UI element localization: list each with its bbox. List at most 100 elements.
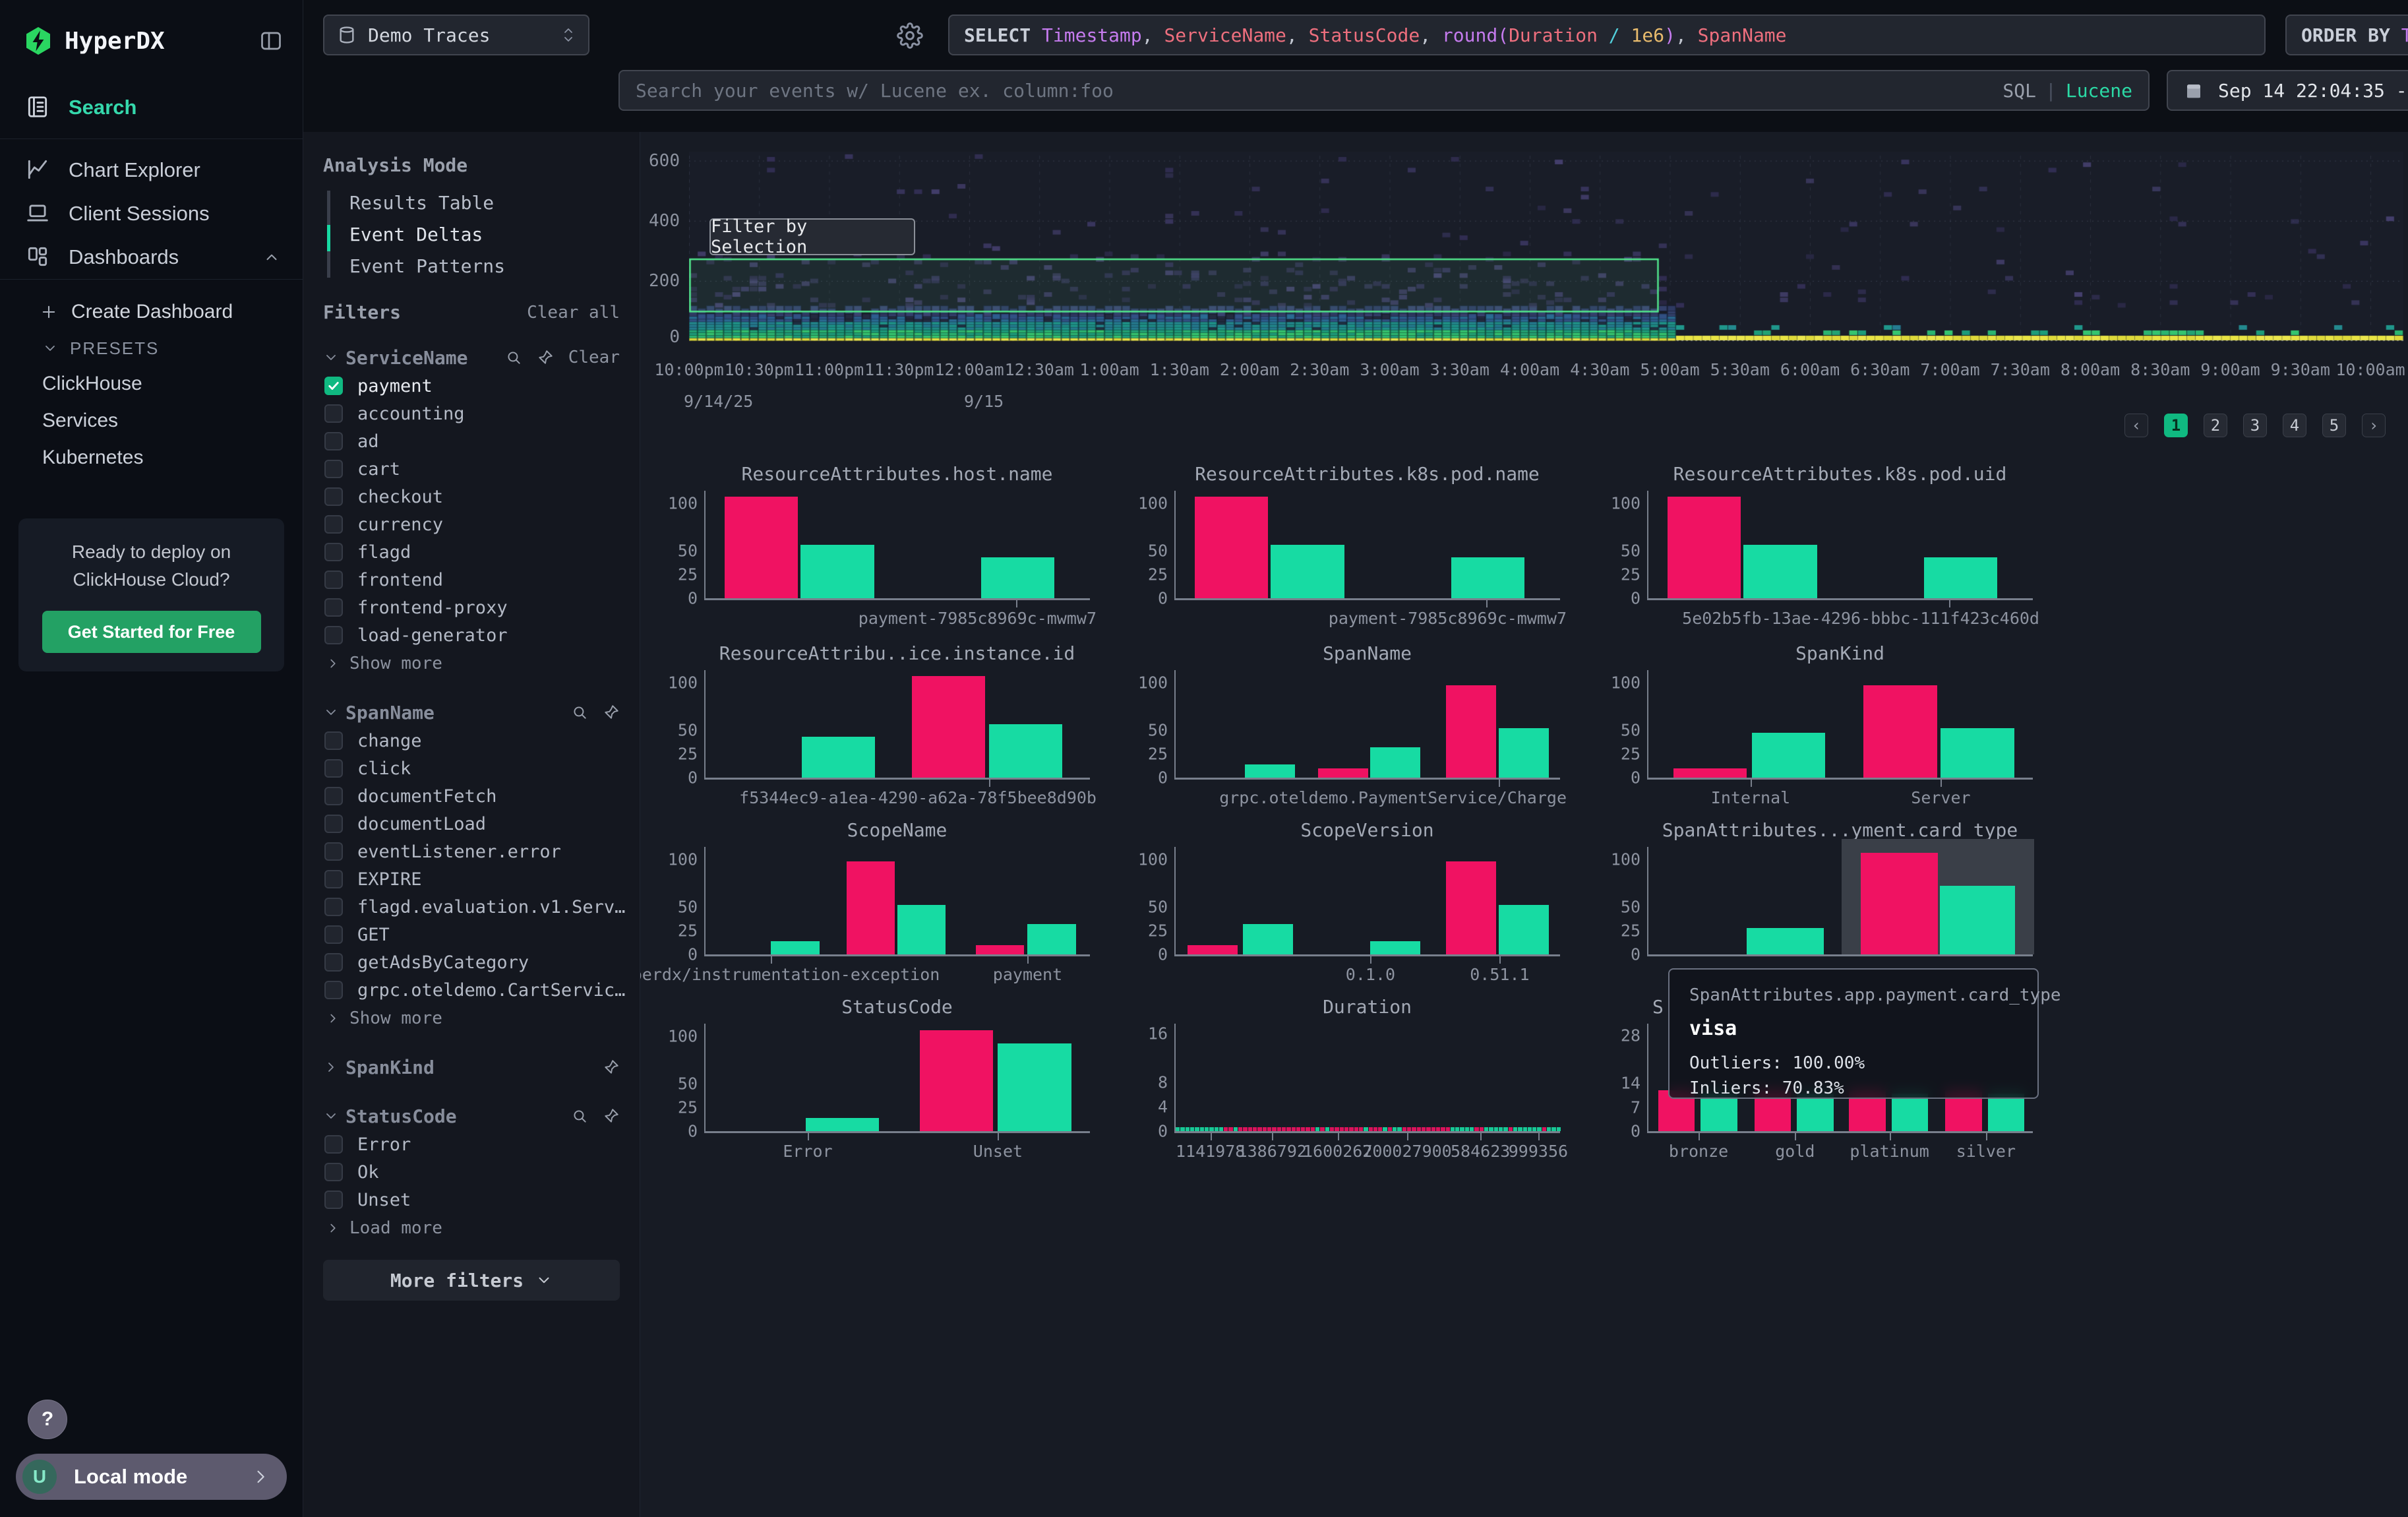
sql-token: SELECT bbox=[964, 24, 1042, 46]
filter-option-getadsbycategory[interactable]: getAdsByCategory bbox=[323, 948, 620, 976]
clear-all-button[interactable]: Clear all bbox=[527, 303, 620, 323]
filter-option-payment[interactable]: payment bbox=[323, 372, 620, 400]
page-prev-button[interactable]: ‹ bbox=[2124, 414, 2148, 437]
filter-option-documentfetch[interactable]: documentFetch bbox=[323, 782, 620, 810]
checkbox[interactable] bbox=[324, 543, 343, 561]
filter-option-click[interactable]: click bbox=[323, 755, 620, 782]
filter-option-frontend[interactable]: frontend bbox=[323, 566, 620, 594]
checkbox[interactable] bbox=[324, 953, 343, 972]
sidebar-item-chart-explorer[interactable]: Chart Explorer bbox=[0, 148, 303, 192]
filter-group-header-statuscode[interactable]: StatusCode bbox=[323, 1101, 620, 1130]
filter-option-flagd[interactable]: flagd bbox=[323, 538, 620, 566]
checkbox[interactable] bbox=[324, 598, 343, 617]
filter-option-get[interactable]: GET bbox=[323, 921, 620, 948]
analysis-mode-results-table[interactable]: Results Table bbox=[327, 187, 620, 218]
checkbox[interactable] bbox=[324, 432, 343, 450]
bar-outlier bbox=[1673, 768, 1747, 778]
filter-group-header-spankind[interactable]: SpanKind bbox=[323, 1053, 620, 1082]
checkbox[interactable] bbox=[324, 870, 343, 888]
sidebar-item-client-sessions[interactable]: Client Sessions bbox=[0, 192, 303, 235]
pin-icon[interactable] bbox=[603, 1059, 620, 1076]
local-mode-menu[interactable]: U Local mode bbox=[16, 1454, 287, 1500]
search-icon[interactable] bbox=[571, 1107, 588, 1125]
page-button-2[interactable]: 2 bbox=[2204, 414, 2227, 437]
checkbox[interactable] bbox=[324, 842, 343, 861]
analysis-mode-event-patterns[interactable]: Event Patterns bbox=[327, 250, 620, 282]
filter-option-grpc-oteldemo-cartservic-[interactable]: grpc.oteldemo.CartServic… bbox=[323, 976, 620, 1004]
checkbox[interactable] bbox=[324, 404, 343, 423]
filter-load-more[interactable]: Load more bbox=[326, 1214, 620, 1243]
checkbox[interactable] bbox=[324, 487, 343, 506]
lang-toggle-lucene[interactable]: Lucene bbox=[2066, 80, 2132, 102]
search-input[interactable]: Search your events w/ Lucene ex. column:… bbox=[618, 70, 2150, 111]
checkbox[interactable] bbox=[324, 515, 343, 534]
checkbox[interactable] bbox=[324, 815, 343, 833]
source-select[interactable]: Demo Traces bbox=[323, 15, 589, 55]
page-next-button[interactable]: › bbox=[2362, 414, 2386, 437]
checkbox[interactable] bbox=[324, 1191, 343, 1209]
checkbox[interactable] bbox=[324, 898, 343, 916]
page-button-1[interactable]: 1 bbox=[2164, 414, 2188, 437]
filter-by-selection-button[interactable]: Filter by Selection bbox=[709, 218, 915, 255]
sidebar-item-search[interactable]: Search bbox=[0, 86, 303, 129]
filter-option-unset[interactable]: Unset bbox=[323, 1186, 620, 1214]
checkbox[interactable] bbox=[324, 1135, 343, 1154]
gear-icon[interactable] bbox=[897, 22, 923, 49]
checkbox[interactable] bbox=[324, 759, 343, 778]
search-icon[interactable] bbox=[505, 349, 522, 366]
filter-option-ad[interactable]: ad bbox=[323, 427, 620, 455]
help-button[interactable]: ? bbox=[28, 1400, 67, 1439]
page-button-5[interactable]: 5 bbox=[2322, 414, 2346, 437]
sidebar-preset-services[interactable]: Services bbox=[0, 402, 303, 439]
filter-option-documentload[interactable]: documentLoad bbox=[323, 810, 620, 838]
sql-select-input[interactable]: SELECT Timestamp, ServiceName, StatusCod… bbox=[948, 15, 2266, 55]
sidebar-preset-clickhouse[interactable]: ClickHouse bbox=[0, 365, 303, 402]
analysis-mode-event-deltas[interactable]: Event Deltas bbox=[327, 218, 620, 250]
filter-group-clear[interactable]: Clear bbox=[568, 348, 620, 367]
heatmap-canvas[interactable] bbox=[689, 152, 2408, 343]
search-icon[interactable] bbox=[571, 704, 588, 721]
checkbox[interactable] bbox=[324, 925, 343, 944]
checkbox[interactable] bbox=[324, 981, 343, 999]
filter-option-eventlistener-error[interactable]: eventListener.error bbox=[323, 838, 620, 865]
filter-option-flagd-evaluation-v1-serv-[interactable]: flagd.evaluation.v1.Serv… bbox=[323, 893, 620, 921]
filter-group-header-servicename[interactable]: ServiceNameClear bbox=[323, 343, 620, 372]
pin-icon[interactable] bbox=[603, 704, 620, 721]
checkbox[interactable] bbox=[324, 571, 343, 589]
sidebar-preset-kubernetes[interactable]: Kubernetes bbox=[0, 439, 303, 476]
filter-option-currency[interactable]: currency bbox=[323, 511, 620, 538]
filter-option-load-generator[interactable]: load-generator bbox=[323, 621, 620, 649]
checkbox[interactable] bbox=[324, 1163, 343, 1181]
filter-option-error[interactable]: Error bbox=[323, 1130, 620, 1158]
sidebar-item-create-dashboard[interactable]: Create Dashboard bbox=[0, 293, 303, 331]
page-button-3[interactable]: 3 bbox=[2243, 414, 2267, 437]
checkbox[interactable] bbox=[324, 377, 343, 395]
sidebar-item-dashboards[interactable]: Dashboards bbox=[0, 235, 303, 279]
filter-show-more[interactable]: Show more bbox=[326, 1004, 620, 1033]
collapse-sidebar-icon[interactable] bbox=[259, 29, 283, 53]
lang-toggle-sql[interactable]: SQL bbox=[2002, 80, 2036, 102]
filter-group-header-spanname[interactable]: SpanName bbox=[323, 698, 620, 727]
time-range-picker[interactable]: Sep 14 22:04:35 - Sep 15 10:04:35 bbox=[2167, 70, 2408, 111]
chart-xtick-mark bbox=[989, 779, 990, 787]
order-by-input[interactable]: ORDER BY Timestamp DESC bbox=[2285, 15, 2408, 55]
checkbox[interactable] bbox=[324, 787, 343, 805]
checkbox[interactable] bbox=[324, 731, 343, 750]
filter-option-ok[interactable]: Ok bbox=[323, 1158, 620, 1186]
filter-option-accounting[interactable]: accounting bbox=[323, 400, 620, 427]
chart-xtick-mark bbox=[1499, 779, 1500, 787]
filter-option-expire[interactable]: EXPIRE bbox=[323, 865, 620, 893]
filter-option-frontend-proxy[interactable]: frontend-proxy bbox=[323, 594, 620, 621]
filter-show-more[interactable]: Show more bbox=[326, 649, 620, 678]
checkbox[interactable] bbox=[324, 460, 343, 478]
pin-icon[interactable] bbox=[537, 349, 554, 366]
more-filters-button[interactable]: More filters bbox=[323, 1260, 620, 1301]
get-started-button[interactable]: Get Started for Free bbox=[42, 611, 261, 653]
sidebar-presets-toggle[interactable]: PRESETS bbox=[0, 331, 303, 365]
checkbox[interactable] bbox=[324, 626, 343, 644]
filter-option-cart[interactable]: cart bbox=[323, 455, 620, 483]
pin-icon[interactable] bbox=[603, 1107, 620, 1125]
filter-option-change[interactable]: change bbox=[323, 727, 620, 755]
page-button-4[interactable]: 4 bbox=[2283, 414, 2306, 437]
filter-option-checkout[interactable]: checkout bbox=[323, 483, 620, 511]
